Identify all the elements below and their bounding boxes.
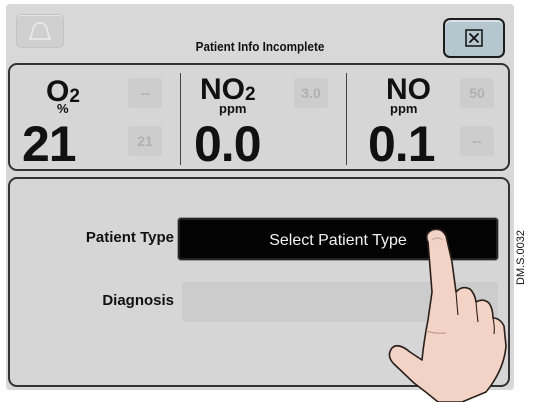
alarm-limit-high[interactable]: -- [128,78,162,108]
gas-value: 0.0 [194,116,262,172]
gas-readouts-panel: O2 % 21 -- 21 NO2 ppm 0.0 3.0 NO ppm 0.1… [8,63,510,171]
page-title: Patient Info Incomplete [195,39,325,54]
gas-unit: ppm [219,101,247,116]
ventilator-screen: Patient Info Incomplete O2 % 21 -- 21 NO… [6,4,514,390]
alarm-limit-high[interactable]: 50 [460,78,494,108]
gas-unit: ppm [390,101,418,116]
gas-unit: % [57,101,69,116]
diagnosis-field[interactable] [182,282,498,322]
alarm-limit-low[interactable]: -- [460,126,494,156]
disabled-button [430,353,496,375]
divider [180,73,181,165]
gas-value: 0.1 [368,116,436,172]
diagnosis-label: Diagnosis [102,292,174,309]
gas-value: 21 [22,116,77,172]
patient-info-form: Patient Type Select Patient Type Diagnos… [8,177,510,387]
select-patient-type-button[interactable]: Select Patient Type [178,218,498,260]
reference-code: DM.S.0032 [515,229,527,285]
alarm-limit-low[interactable]: 21 [128,126,162,156]
close-button[interactable] [443,18,505,58]
patient-type-label: Patient Type [85,229,174,246]
alarm-limit-high[interactable]: 3.0 [294,78,328,108]
divider [346,73,347,165]
